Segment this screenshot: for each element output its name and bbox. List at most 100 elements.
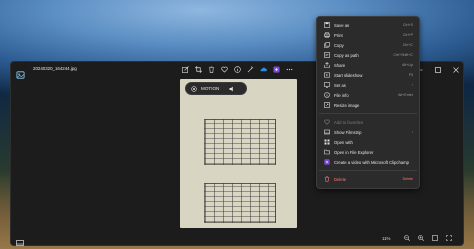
window-controls <box>415 65 461 74</box>
delete-button[interactable] <box>207 65 216 74</box>
resize-icon <box>323 102 330 109</box>
file-name-title: 20240320_164244.jpg <box>33 66 77 71</box>
fit-to-window-button[interactable] <box>431 234 439 242</box>
menu-item-label: Copy as path <box>334 52 359 58</box>
zoom-in-button[interactable] <box>417 234 425 242</box>
menu-item-create-video-clipchamp[interactable]: Create a video with Microsoft Clipchamp <box>317 157 419 167</box>
menu-item-shortcut: Ctrl+Shift+C <box>393 53 413 57</box>
menu-divider <box>319 113 417 114</box>
menu-item-shortcut: Ctrl+P <box>402 33 413 37</box>
menu-item-show-filmstrip[interactable]: Show Filmstrip › <box>317 127 419 137</box>
menu-item-open-with[interactable]: Open with <box>317 137 419 147</box>
menu-item-label: File info <box>334 92 349 98</box>
menu-item-file-info[interactable]: File info Alt+Enter <box>317 90 419 100</box>
crop-button[interactable] <box>194 65 203 74</box>
menu-item-shortcut: Ctrl+C <box>402 43 413 47</box>
onedrive-button[interactable] <box>259 65 268 74</box>
menu-item-label: Resize image <box>334 102 360 108</box>
trash-icon <box>208 66 215 73</box>
crop-icon <box>195 66 202 73</box>
menu-item-label: Add to favorites <box>334 119 364 125</box>
heart-icon <box>323 119 330 126</box>
chevron-right-icon: › <box>411 83 413 87</box>
menu-item-label: Start slideshow <box>334 72 363 78</box>
save-icon <box>323 22 330 29</box>
menu-item-set-as[interactable]: Set as › <box>317 80 419 90</box>
folder-icon <box>323 149 330 156</box>
zoom-level: 11% <box>382 236 391 241</box>
menu-item-print[interactable]: Print Ctrl+P <box>317 30 419 40</box>
menu-item-copy-as-path[interactable]: Copy as path Ctrl+Shift+C <box>317 50 419 60</box>
menu-item-start-slideshow[interactable]: Start slideshow F5 <box>317 70 419 80</box>
favorite-button[interactable] <box>220 65 229 74</box>
open-with-icon <box>323 139 330 146</box>
more-options-button[interactable] <box>285 65 294 74</box>
menu-item-shortcut: Delete <box>402 177 413 181</box>
photos-app-icon <box>16 66 25 79</box>
zoom-out-icon <box>404 235 410 241</box>
menu-item-label: Create a video with Microsoft Clipchamp <box>334 159 409 165</box>
menu-item-add-to-favorites: Add to favorites <box>317 117 419 127</box>
menu-item-delete[interactable]: Delete Delete <box>317 174 419 184</box>
menu-item-shortcut: Ctrl+S <box>402 23 413 27</box>
menu-item-label: Set as <box>334 82 346 88</box>
menu-item-label: Copy <box>334 42 344 48</box>
more-icon <box>286 68 293 71</box>
heart-icon <box>221 66 228 73</box>
menu-item-label: Delete <box>334 176 347 182</box>
trash-icon <box>323 176 330 183</box>
info-icon <box>234 66 241 73</box>
magic-icon <box>247 66 254 73</box>
zoom-controls <box>403 234 453 242</box>
fullscreen-icon <box>446 235 452 241</box>
menu-item-resize-image[interactable]: Resize image <box>317 100 419 110</box>
clipchamp-button[interactable] <box>272 65 281 74</box>
set-as-icon <box>323 82 330 89</box>
maximize-button[interactable] <box>433 65 443 74</box>
menu-item-save-as[interactable]: Save as Ctrl+S <box>317 20 419 30</box>
motion-photo-toggle[interactable]: MOTION <box>185 82 247 95</box>
print-icon <box>323 32 330 39</box>
clipchamp-icon <box>273 66 280 73</box>
menu-divider <box>319 170 417 171</box>
close-button[interactable] <box>451 65 461 74</box>
menu-item-label: Print <box>334 32 343 38</box>
fit-icon <box>432 235 438 241</box>
chevron-right-icon: › <box>411 130 413 134</box>
cloud-icon <box>260 67 267 72</box>
full-screen-button[interactable] <box>445 234 453 242</box>
file-info-button[interactable] <box>233 65 242 74</box>
menu-item-label: Open with <box>334 139 353 145</box>
filmstrip-icon <box>16 240 24 246</box>
clipchamp-icon <box>323 159 330 166</box>
menu-item-shortcut: Alt+Up <box>402 63 413 67</box>
menu-item-shortcut: F5 <box>408 73 413 77</box>
menu-item-share[interactable]: Share Alt+Up <box>317 60 419 70</box>
edit-icon <box>182 66 189 73</box>
filmstrip-icon <box>323 129 330 136</box>
menu-item-label: Show Filmstrip <box>334 129 362 135</box>
share-icon <box>323 62 330 69</box>
menu-item-open-in-file-explorer[interactable]: Open in File Explorer <box>317 147 419 157</box>
more-options-menu: Save as Ctrl+S Print Ctrl+P Copy Ctrl+C … <box>316 16 420 189</box>
volume-icon <box>229 86 234 91</box>
zoom-out-button[interactable] <box>403 234 411 242</box>
status-bar: 11% <box>11 232 463 246</box>
edit-image-button[interactable] <box>181 65 190 74</box>
menu-item-copy[interactable]: Copy Ctrl+C <box>317 40 419 50</box>
zoom-in-icon <box>418 235 424 241</box>
adjust-button[interactable] <box>246 65 255 74</box>
menu-item-shortcut: Alt+Enter <box>398 93 413 97</box>
motion-icon <box>191 85 197 92</box>
slideshow-icon <box>323 72 330 79</box>
image-toolbar <box>181 65 294 74</box>
info-icon <box>323 92 330 99</box>
copy-icon <box>323 42 330 49</box>
document-table-top <box>204 119 276 165</box>
menu-item-label: Share <box>334 62 346 68</box>
photo-canvas[interactable] <box>180 79 297 228</box>
filmstrip-toggle-button[interactable] <box>16 234 25 246</box>
motion-label: MOTION <box>201 86 220 91</box>
maximize-icon <box>435 66 441 73</box>
document-table-bottom <box>204 183 276 223</box>
